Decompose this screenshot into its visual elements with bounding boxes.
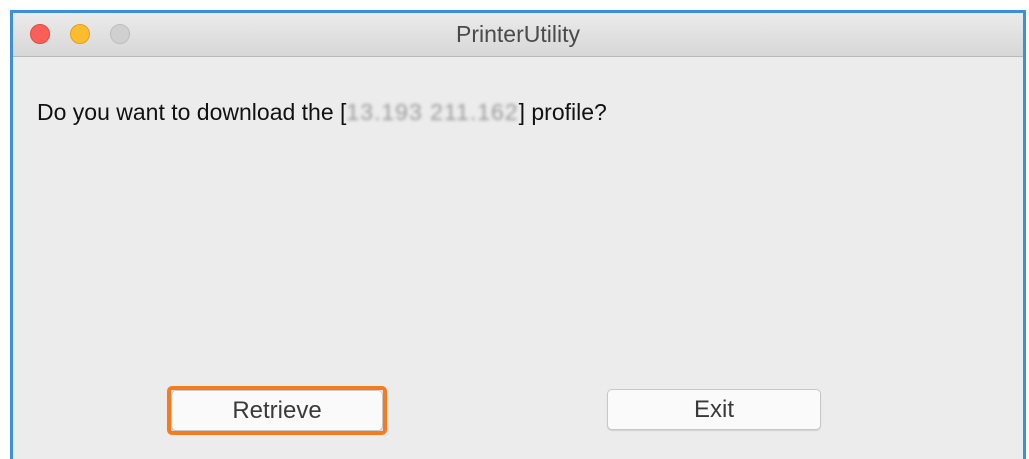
screenshot-frame: PrinterUtility Do you want to download t… <box>10 10 1026 459</box>
title-bar: PrinterUtility <box>13 13 1023 57</box>
exit-button[interactable]: Exit <box>607 389 821 430</box>
window-title: PrinterUtility <box>456 21 580 47</box>
dialog-message: Do you want to download the [13.193 211.… <box>37 99 607 126</box>
ip-address-text: 13.193 211.162 <box>346 99 519 125</box>
retrieve-button[interactable]: Retrieve <box>171 390 383 431</box>
message-prefix: Do you want to download the [ <box>37 99 347 125</box>
message-suffix: ] profile? <box>518 99 607 125</box>
